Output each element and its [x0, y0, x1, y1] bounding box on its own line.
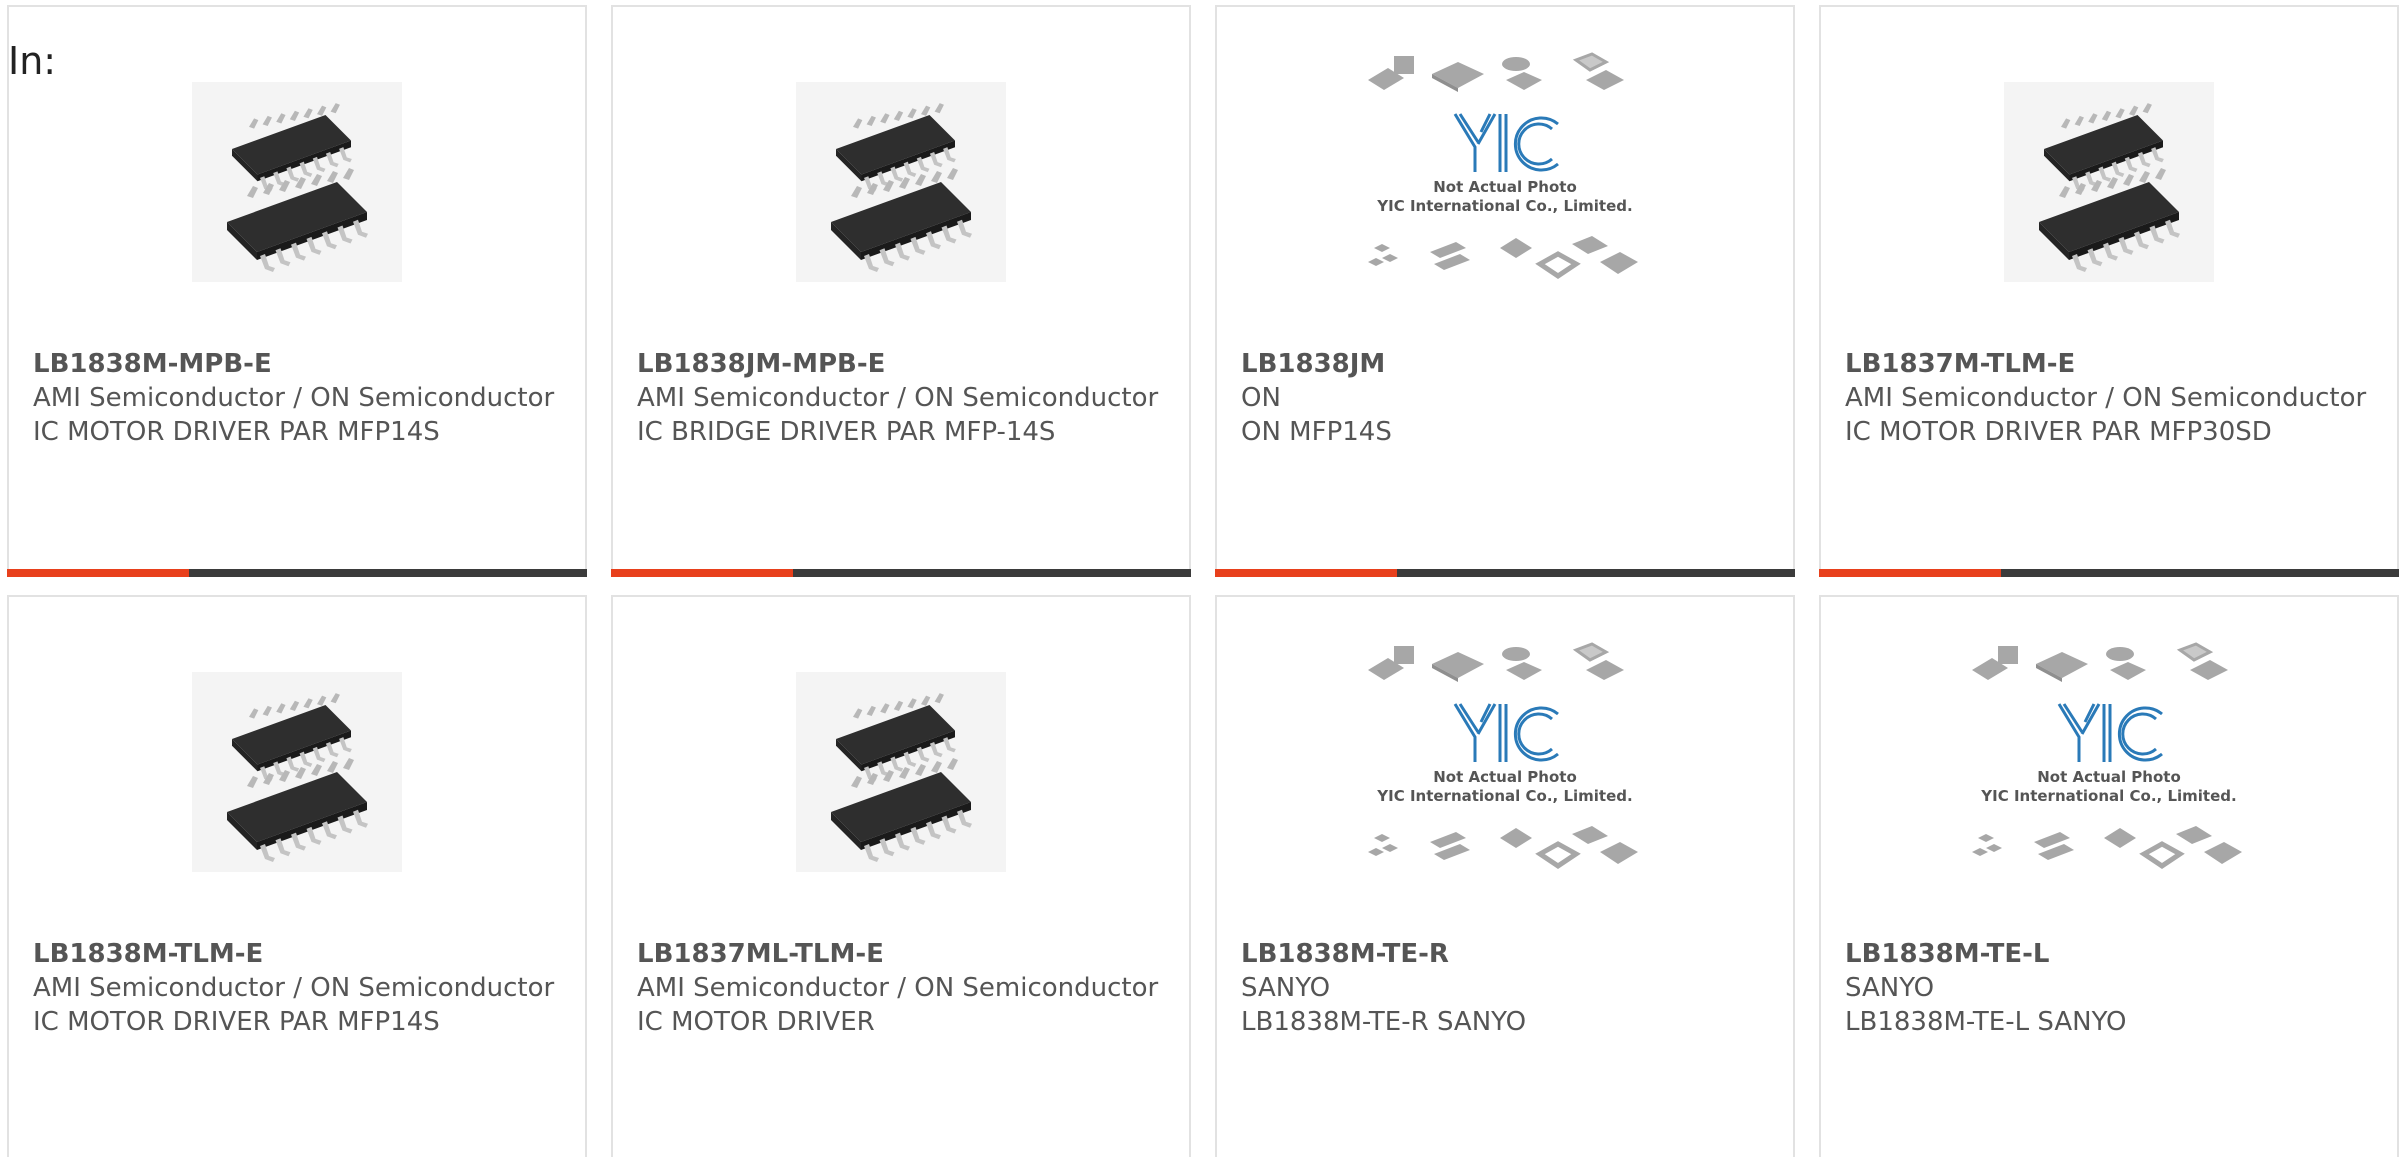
part-number-link[interactable]: LB1838M-TE-R: [1241, 937, 1773, 971]
product-card[interactable]: LB1838JM-MPB-E AMI Semiconductor / ON Se…: [611, 5, 1191, 577]
product-card[interactable]: LB1837ML-TLM-E AMI Semiconductor / ON Se…: [611, 595, 1191, 1157]
description: ON MFP14S: [1241, 417, 1392, 447]
part-number-link[interactable]: LB1838M-TE-L: [1845, 937, 2377, 971]
manufacturer: AMI Semiconductor / ON Semiconductor: [637, 973, 1159, 1003]
description: IC MOTOR DRIVER PAR MFP14S: [33, 417, 440, 447]
filter-label: In:: [8, 39, 57, 83]
product-grid: LB1838M-MPB-E AMI Semiconductor / ON Sem…: [7, 5, 2400, 1157]
svg-text:Not Actual Photo: Not Actual Photo: [1433, 178, 1577, 196]
card-bottom-bar: [1215, 569, 1795, 577]
manufacturer: AMI Semiconductor / ON Semiconductor: [33, 973, 555, 1003]
description: LB1838M-TE-L SANYO: [1845, 1007, 2127, 1037]
page: In: LB1838M-MPB-E AMI Semiconductor / ON…: [0, 0, 2400, 1157]
manufacturer: SANYO: [1241, 973, 1331, 1003]
svg-text:YIC International Co., Limited: YIC International Co., Limited.: [1376, 787, 1632, 805]
soic-chip-icon: [796, 672, 1006, 872]
part-number-link[interactable]: LB1838JM: [1241, 347, 1773, 381]
manufacturer: AMI Semiconductor / ON Semiconductor: [637, 383, 1159, 413]
product-info: LB1838M-TE-R SANYO LB1838M-TE-R SANYO: [1241, 937, 1773, 1039]
part-number-link[interactable]: LB1838JM-MPB-E: [637, 347, 1169, 381]
product-image[interactable]: [1821, 77, 2397, 287]
product-info: LB1837M-TLM-E AMI Semiconductor / ON Sem…: [1845, 347, 2377, 449]
part-number-link[interactable]: LB1837ML-TLM-E: [637, 937, 1169, 971]
soic-chip-icon: [2004, 82, 2214, 282]
yic-placeholder-logo: Not Actual PhotoYIC International Co., L…: [1368, 642, 1638, 870]
yic-placeholder-logo: Not Actual PhotoYIC International Co., L…: [1972, 642, 2242, 870]
description: IC MOTOR DRIVER: [637, 1007, 875, 1037]
description: IC MOTOR DRIVER PAR MFP30SD: [1845, 417, 2272, 447]
product-info: LB1838M-MPB-E AMI Semiconductor / ON Sem…: [33, 347, 565, 449]
product-card[interactable]: LB1838M-MPB-E AMI Semiconductor / ON Sem…: [7, 5, 587, 577]
soic-chip-icon: [192, 672, 402, 872]
card-bottom-bar: [611, 569, 1191, 577]
part-number-link[interactable]: LB1837M-TLM-E: [1845, 347, 2377, 381]
card-bottom-bar: [7, 569, 587, 577]
product-image[interactable]: [613, 77, 1189, 287]
manufacturer: AMI Semiconductor / ON Semiconductor: [1845, 383, 2367, 413]
card-bottom-bar: [1819, 569, 2399, 577]
part-number-link[interactable]: LB1838M-TLM-E: [33, 937, 565, 971]
product-card[interactable]: Not Actual Photo YIC International Co., L…: [1215, 5, 1795, 577]
product-card[interactable]: Not Actual Photo YIC International Co., L…: [1819, 595, 2399, 1157]
product-info: LB1838JM ON ON MFP14S: [1241, 347, 1773, 449]
product-image[interactable]: [9, 77, 585, 287]
card-accent-bar: [611, 569, 793, 577]
product-card[interactable]: LB1838M-TLM-E AMI Semiconductor / ON Sem…: [7, 595, 587, 1157]
description: IC BRIDGE DRIVER PAR MFP-14S: [637, 417, 1056, 447]
description: IC MOTOR DRIVER PAR MFP14S: [33, 1007, 440, 1037]
part-number-link[interactable]: LB1838M-MPB-E: [33, 347, 565, 381]
soic-chip-icon: [796, 82, 1006, 282]
product-info: LB1838JM-MPB-E AMI Semiconductor / ON Se…: [637, 347, 1169, 449]
description: LB1838M-TE-R SANYO: [1241, 1007, 1527, 1037]
svg-text:YIC International Co., Limited: YIC International Co., Limited.: [1980, 787, 2236, 805]
product-info: LB1838M-TE-L SANYO LB1838M-TE-L SANYO: [1845, 937, 2377, 1039]
product-image[interactable]: [9, 667, 585, 877]
product-image[interactable]: [613, 667, 1189, 877]
card-accent-bar: [7, 569, 189, 577]
product-image[interactable]: Not Actual Photo YIC International Co., L…: [1821, 642, 2397, 877]
product-card[interactable]: Not Actual Photo YIC International Co., L…: [1215, 595, 1795, 1157]
card-accent-bar: [1819, 569, 2001, 577]
card-accent-bar: [1215, 569, 1397, 577]
manufacturer: AMI Semiconductor / ON Semiconductor: [33, 383, 555, 413]
manufacturer: SANYO: [1845, 973, 1935, 1003]
soic-chip-icon: [192, 82, 402, 282]
svg-text:Not Actual Photo: Not Actual Photo: [2037, 768, 2181, 786]
manufacturer: ON: [1241, 383, 1281, 413]
svg-text:YIC International Co., Limited: YIC International Co., Limited.: [1376, 197, 1632, 215]
product-image[interactable]: Not Actual Photo YIC International Co., L…: [1217, 642, 1793, 877]
product-image[interactable]: Not Actual Photo YIC International Co., L…: [1217, 52, 1793, 287]
yic-placeholder-logo: Not Actual PhotoYIC International Co., L…: [1368, 52, 1638, 280]
product-info: LB1837ML-TLM-E AMI Semiconductor / ON Se…: [637, 937, 1169, 1039]
svg-text:Not Actual Photo: Not Actual Photo: [1433, 768, 1577, 786]
product-info: LB1838M-TLM-E AMI Semiconductor / ON Sem…: [33, 937, 565, 1039]
product-card[interactable]: LB1837M-TLM-E AMI Semiconductor / ON Sem…: [1819, 5, 2399, 577]
